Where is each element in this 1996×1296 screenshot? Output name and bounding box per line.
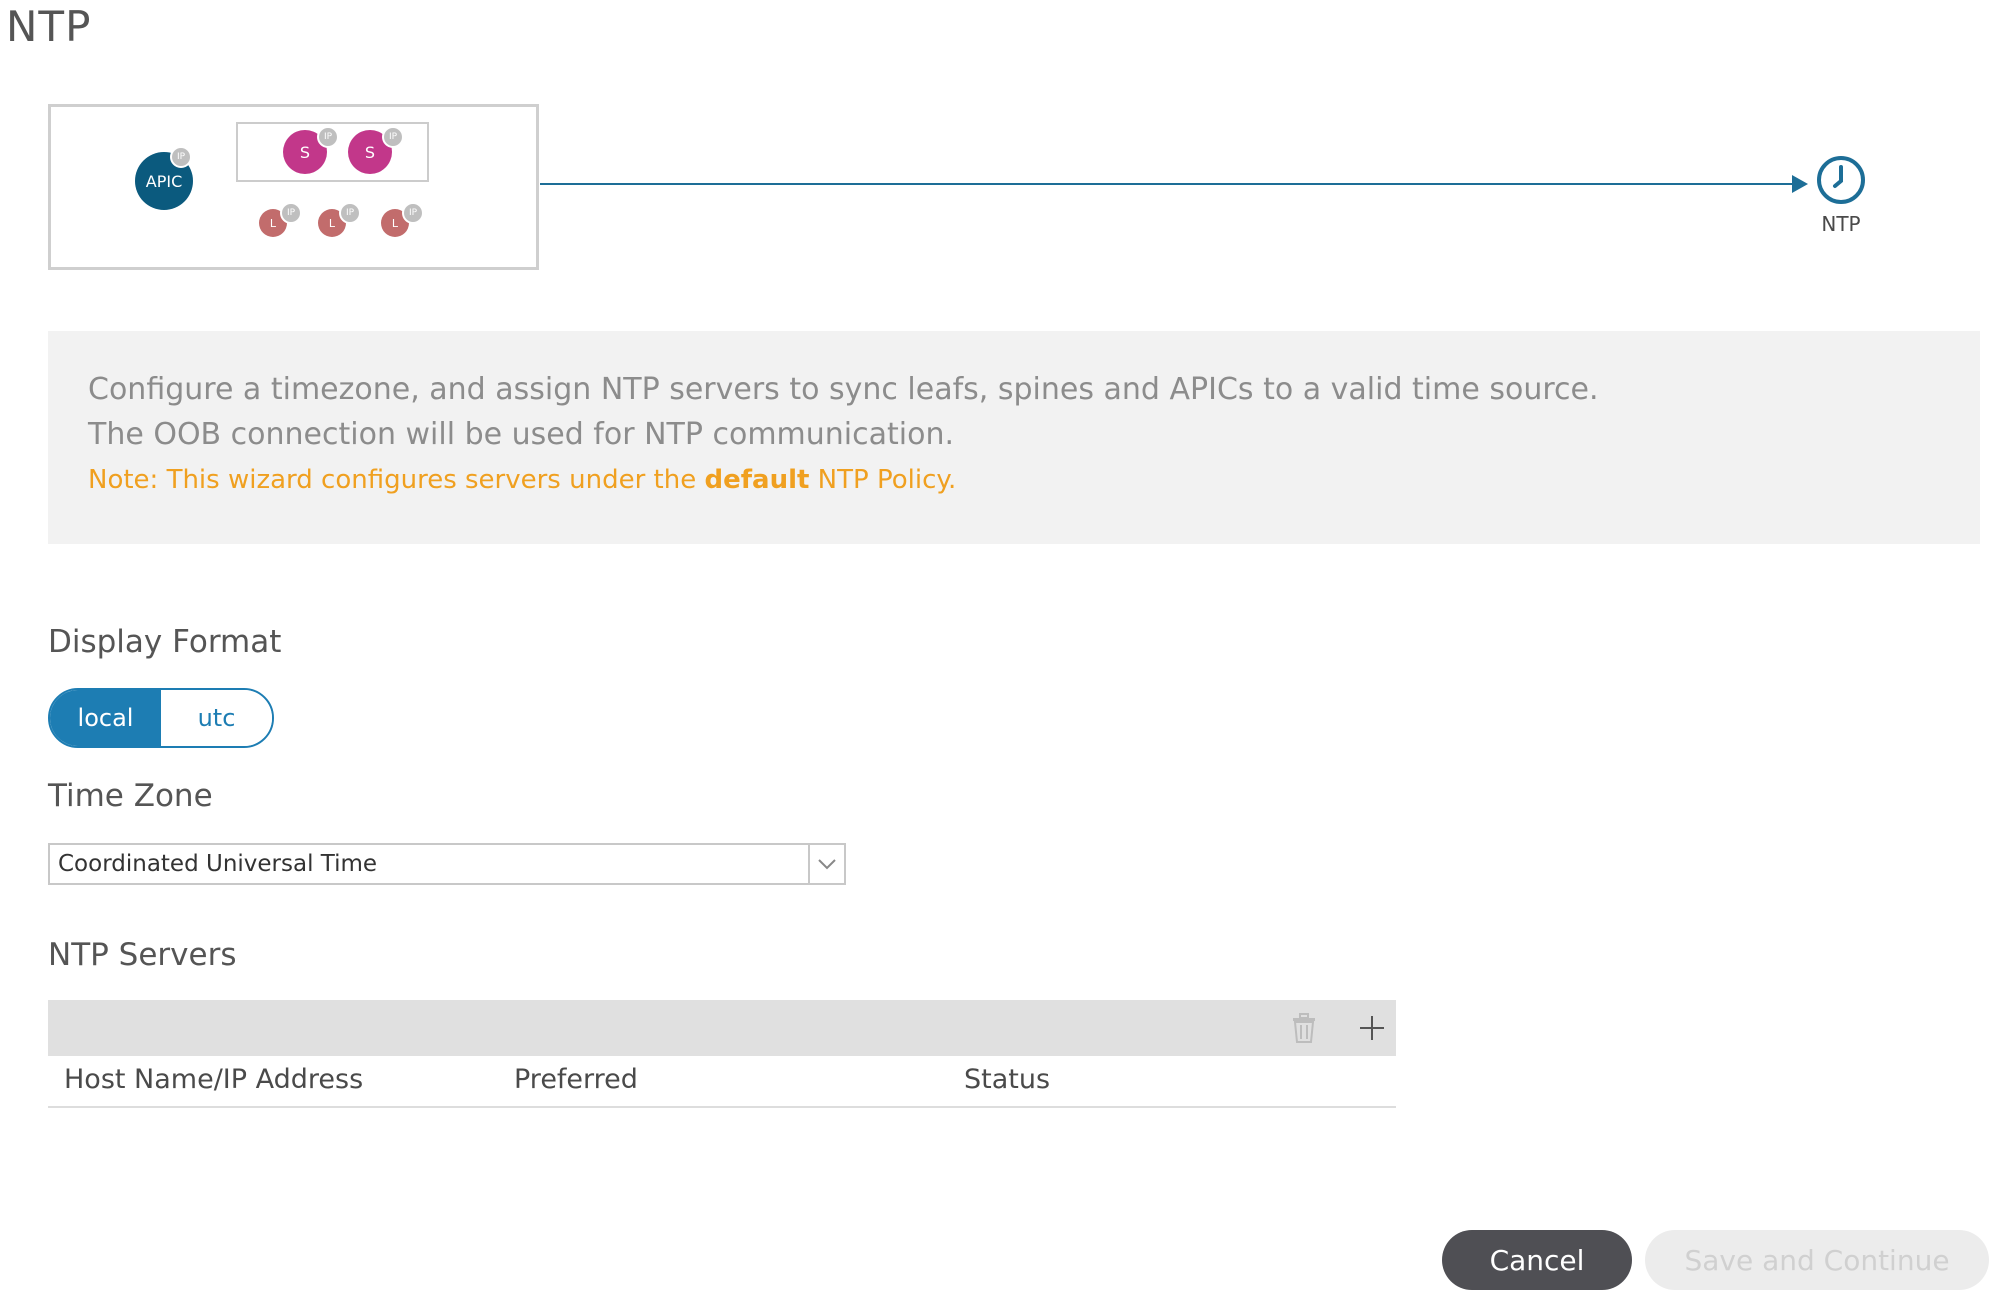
info-note: Note: This wizard configures servers und… [88,465,956,495]
note-prefix: Note: This wizard configures servers und… [88,465,705,495]
ip-badge-icon: IP [317,126,339,148]
chevron-down-icon[interactable] [808,845,844,883]
toggle-local[interactable]: local [50,690,161,746]
time-zone-select[interactable]: Coordinated Universal Time [48,843,846,885]
spine-label: S [299,142,311,162]
ntp-servers-label: NTP Servers [48,937,237,973]
spine-label: S [364,142,376,162]
ip-badge-icon: IP [382,126,404,148]
info-line-1: Configure a timezone, and assign NTP ser… [88,372,1599,407]
note-suffix: NTP Policy. [809,465,957,495]
ntp-target-label: NTP [1821,212,1861,236]
display-format-toggle: local utc [48,688,274,748]
toggle-utc[interactable]: utc [161,690,272,746]
page-title: NTP [6,2,92,51]
plus-icon[interactable] [1356,1012,1388,1044]
time-zone-label: Time Zone [48,778,213,814]
leaf-label: L [269,216,277,230]
leaf-label: L [391,216,399,230]
column-header-host[interactable]: Host Name/IP Address [64,1064,363,1095]
time-zone-value: Coordinated Universal Time [58,851,378,877]
ip-badge-icon: IP [402,202,424,224]
trash-icon[interactable] [1288,1012,1320,1044]
column-header-preferred[interactable]: Preferred [514,1064,638,1095]
column-header-status[interactable]: Status [964,1064,1050,1095]
table-header: Host Name/IP Address Preferred Status [48,1056,1396,1108]
display-format-label: Display Format [48,624,282,660]
table-toolbar [48,1000,1396,1056]
cancel-button[interactable]: Cancel [1442,1230,1632,1290]
clock-icon [1815,154,1867,206]
ip-badge-icon: IP [339,202,361,224]
ntp-link-line [540,183,1792,185]
arrow-head-icon [1792,175,1808,193]
apic-label: APIC [145,171,183,191]
ip-badge-icon: IP [280,202,302,224]
info-line-2: The OOB connection will be used for NTP … [88,417,955,452]
save-and-continue-button[interactable]: Save and Continue [1645,1230,1989,1290]
ip-badge-icon: IP [170,146,192,168]
note-bold: default [704,465,810,495]
leaf-label: L [328,216,336,230]
